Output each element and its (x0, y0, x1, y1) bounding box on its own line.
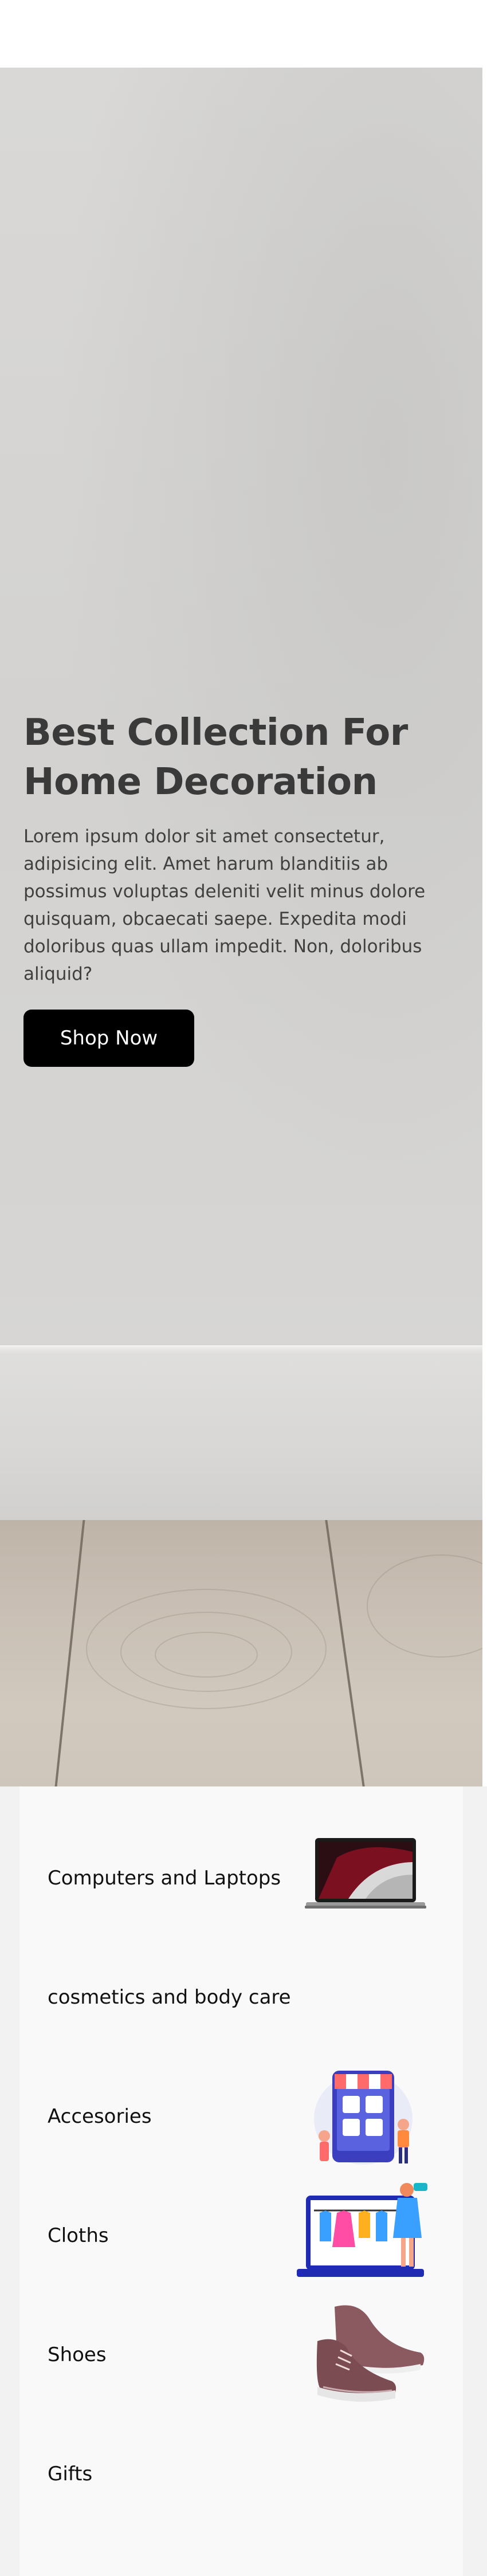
laptop-icon (305, 1838, 426, 1909)
hero-title-line1: Best Collection For (23, 712, 408, 754)
sneaker-icon (316, 2305, 425, 2402)
hero-title: Best Collection For Home Decoration (23, 708, 447, 807)
category-label: cosmetics and body care (48, 1986, 291, 2009)
floor-plank-seam (325, 1520, 365, 1786)
category-item-computers[interactable]: Computers and Laptops (19, 1819, 463, 1938)
category-item-shoes[interactable]: Shoes (19, 2295, 463, 2414)
category-item-cosmetics[interactable]: cosmetics and body care (19, 1938, 463, 2057)
hero-title-line2: Home Decoration (23, 761, 378, 803)
floor-plank-seam (54, 1520, 85, 1786)
hero-banner: Best Collection For Home Decoration Lore… (0, 68, 482, 1786)
floor-wood-grain (367, 1554, 482, 1658)
online-store-icon (314, 2071, 413, 2165)
clothing-shop-icon (297, 2183, 427, 2277)
left-gutter (0, 1786, 19, 2576)
hero-content: Best Collection For Home Decoration Lore… (23, 708, 447, 1067)
category-item-gifts[interactable]: Gifts (19, 2414, 463, 2534)
category-label: Gifts (48, 2463, 93, 2485)
category-rows: Computers and Laptops cosmetics and body… (19, 1786, 463, 2576)
hero-wall-background (0, 68, 482, 1345)
category-label: Shoes (48, 2343, 107, 2366)
category-label: Cloths (48, 2224, 109, 2247)
floor-wood-grain (155, 1632, 258, 1678)
hero-baseboard (0, 1345, 482, 1520)
right-gutter (463, 1786, 487, 2576)
category-label: Accesories (48, 2105, 152, 2128)
shop-now-button[interactable]: Shop Now (23, 1010, 194, 1067)
category-item-cloths[interactable]: Cloths (19, 2176, 463, 2295)
hero-description: Lorem ipsum dolor sit amet consectetur, … (23, 826, 426, 984)
top-header-bar (0, 0, 487, 68)
category-label: Computers and Laptops (48, 1867, 281, 1890)
hero-wooden-floor (0, 1520, 482, 1786)
category-item-accesories[interactable]: Accesories (19, 2057, 463, 2176)
